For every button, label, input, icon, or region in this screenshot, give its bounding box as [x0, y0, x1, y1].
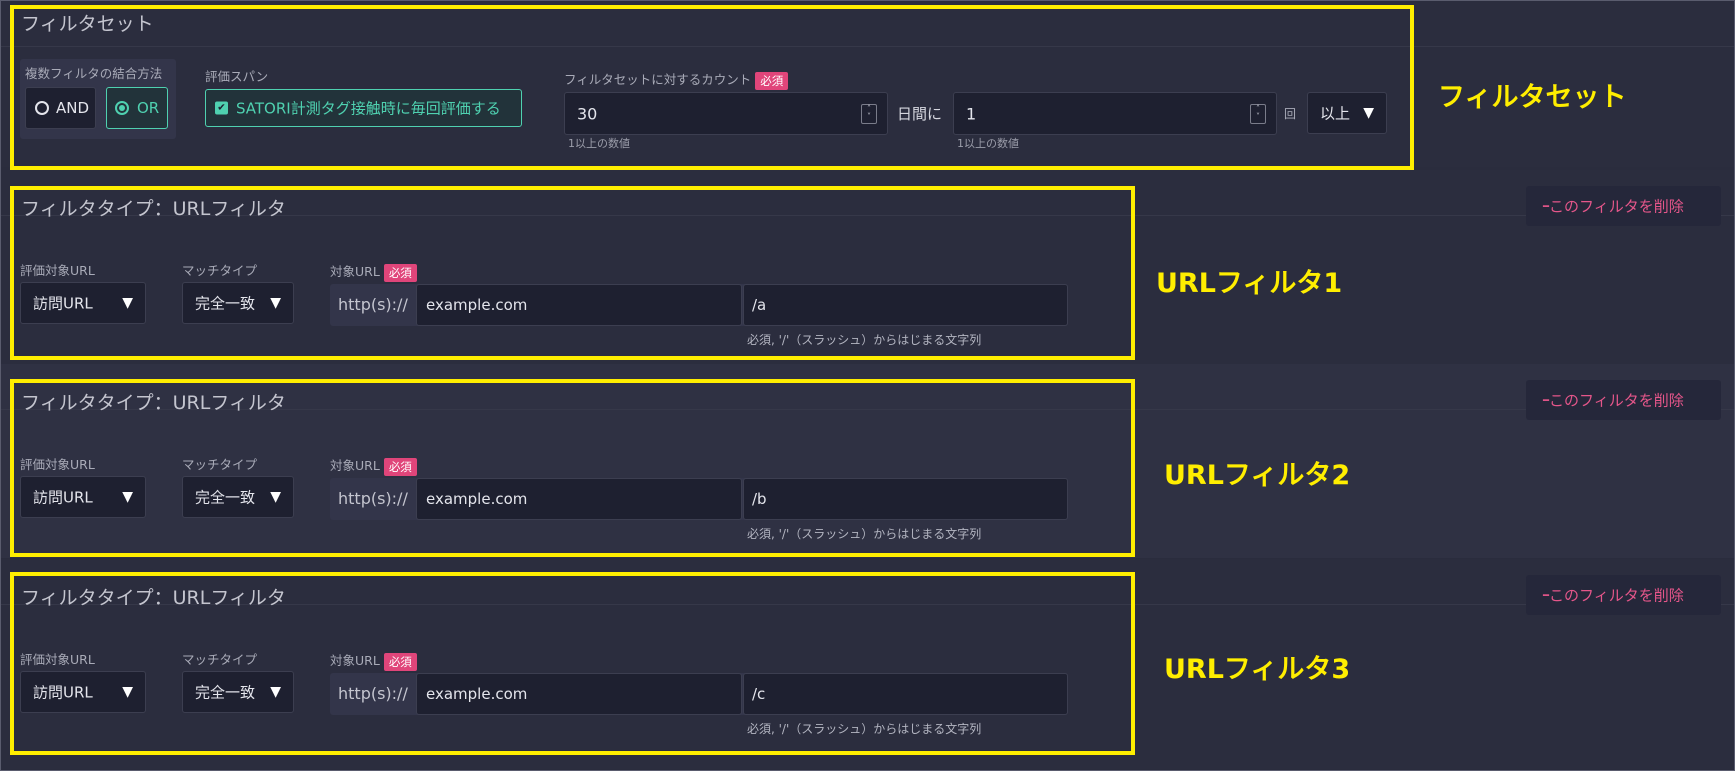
url-filter-highlight	[10, 186, 1135, 360]
delete-filter-label: ━このフィルタを削除	[1543, 196, 1684, 217]
delete-filter-label: ━このフィルタを削除	[1543, 585, 1684, 606]
delete-filter-text: このフィルタを削除	[1549, 391, 1684, 410]
url-filter-annotation: URLフィルタ3	[1164, 654, 1351, 685]
delete-filter-button[interactable]: ━このフィルタを削除	[1526, 380, 1721, 420]
delete-filter-text: このフィルタを削除	[1549, 197, 1684, 216]
url-filter-annotation: URLフィルタ2	[1164, 460, 1351, 491]
delete-filter-button[interactable]: ━このフィルタを削除	[1526, 575, 1721, 615]
delete-filter-text: このフィルタを削除	[1549, 586, 1684, 605]
url-filter-highlight	[10, 572, 1135, 755]
filter-set-annotation: フィルタセット	[1438, 82, 1627, 113]
filter-set-highlight	[10, 5, 1414, 170]
url-filter-highlight	[10, 379, 1135, 557]
url-filter-annotation: URLフィルタ1	[1156, 268, 1343, 299]
delete-filter-button[interactable]: ━このフィルタを削除	[1526, 186, 1721, 226]
delete-filter-label: ━このフィルタを削除	[1543, 390, 1684, 411]
